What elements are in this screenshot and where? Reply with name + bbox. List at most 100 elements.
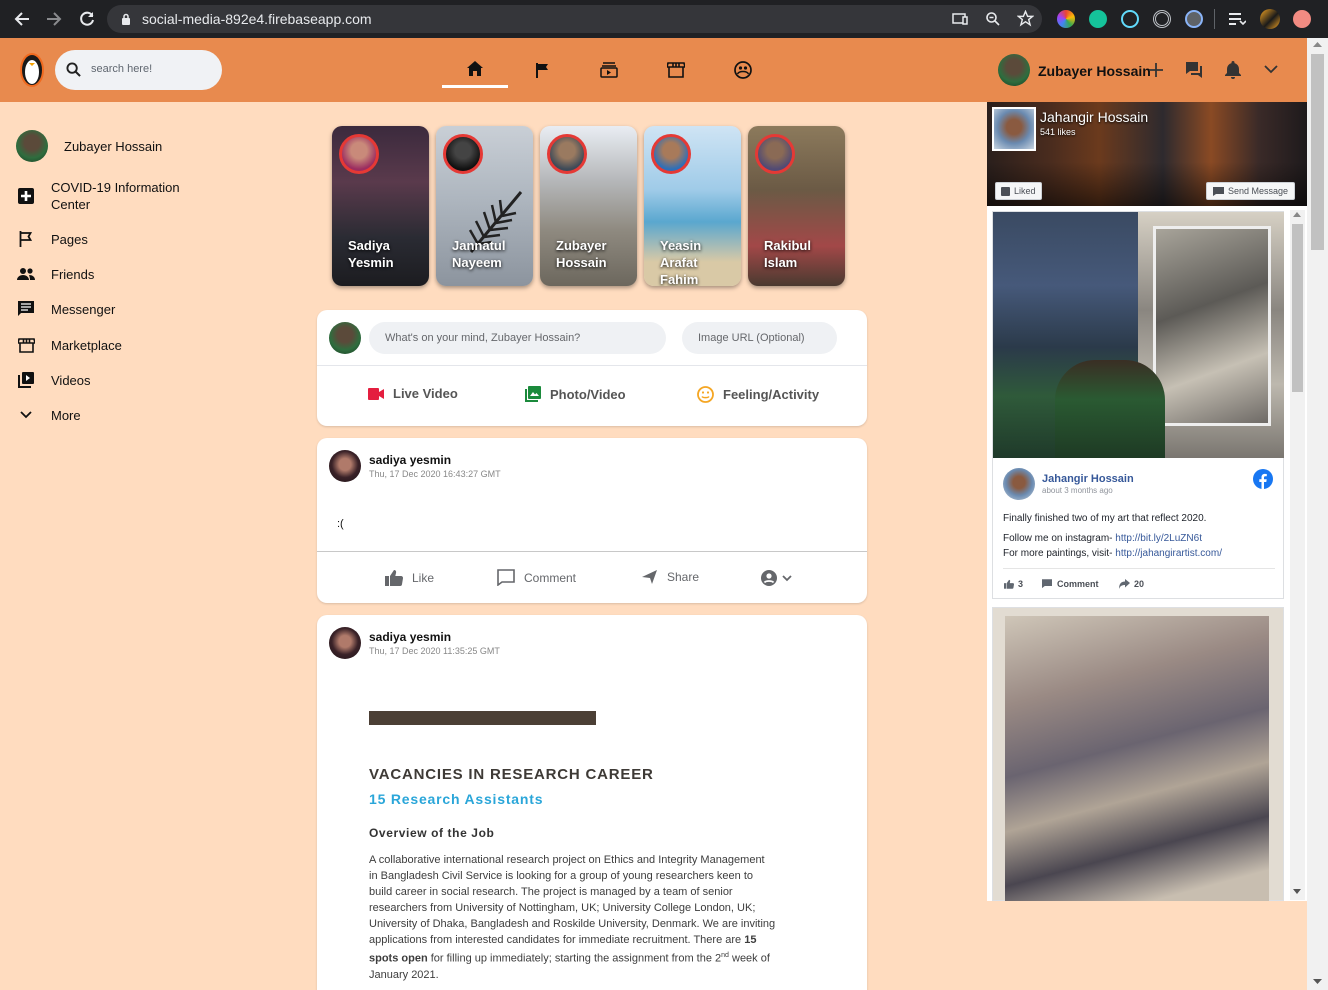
supervised-user-icon (734, 61, 752, 79)
zoom-icon[interactable] (985, 11, 1001, 27)
feeling-activity-button[interactable]: Feeling/Activity (697, 386, 819, 403)
story-name: Yeasin Arafat Fahim (660, 238, 702, 286)
back-arrow-icon[interactable] (12, 9, 32, 29)
scroll-up-arrow-icon[interactable] (1313, 42, 1322, 47)
react-devtools-extension-icon[interactable] (1121, 10, 1139, 28)
forum-icon[interactable] (1185, 61, 1203, 79)
header-user-name[interactable]: Zubayer Hossain (1038, 63, 1151, 79)
facebook-logo-icon[interactable] (1253, 469, 1273, 489)
share-button[interactable]: Share (641, 569, 699, 585)
post-card: sadiya yesmin Thu, 17 Dec 2020 11:35:25 … (317, 615, 867, 990)
subscriptions-icon (600, 62, 618, 78)
scroll-up-arrow-icon[interactable] (1293, 212, 1301, 217)
profile-avatar-icon[interactable] (1260, 9, 1280, 29)
header-avatar[interactable] (998, 54, 1030, 86)
widget-scroll-thumb[interactable] (1292, 224, 1303, 392)
chat-icon (16, 299, 36, 319)
photo-video-button[interactable]: Photo/Video (525, 386, 626, 402)
widget-post-time[interactable]: about 3 months ago (1042, 486, 1113, 495)
video-library-icon (16, 370, 36, 390)
forward-arrow-icon[interactable] (44, 9, 64, 29)
nav-watch-tab[interactable] (576, 52, 642, 88)
reading-list-icon[interactable] (1228, 11, 1246, 27)
widget-comment-button[interactable]: Comment (1042, 579, 1099, 589)
story-card[interactable]: Yeasin Arafat Fahim (644, 126, 741, 286)
extension-red-icon[interactable] (1293, 10, 1311, 28)
audience-selector[interactable] (761, 570, 801, 586)
address-bar[interactable]: social-media-892e4.firebaseapp.com (107, 5, 1042, 33)
widget-post-divider (1003, 568, 1275, 569)
account-menu-chevron-icon[interactable] (1264, 65, 1278, 74)
nav-marketplace-tab[interactable] (643, 52, 709, 88)
story-card[interactable]: Sadiya Yesmin (332, 126, 429, 286)
liked-button[interactable]: Liked (995, 182, 1042, 200)
sidebar-profile[interactable]: Zubayer Hossain (16, 130, 162, 162)
post-photo[interactable] (993, 212, 1284, 458)
sidebar-item-videos[interactable]: Videos (16, 370, 91, 390)
document-line: A collaborative international research p… (369, 854, 765, 866)
widget-post-avatar[interactable] (1003, 468, 1035, 500)
like-label: Like (412, 570, 435, 585)
page-scrollbar[interactable] (1307, 38, 1328, 990)
story-card[interactable]: Jannatul Nayeem (436, 126, 533, 286)
widget-share-count[interactable]: 20 (1119, 579, 1144, 589)
sidebar-item-label: Marketplace (51, 337, 122, 353)
sidebar-item-pages[interactable]: Pages (16, 229, 88, 249)
widget-post-author[interactable]: Jahangir Hossain (1042, 473, 1134, 485)
grammarly-extension-icon[interactable] (1089, 10, 1107, 28)
facebook-page-widget: Jahangir Hossain 541 likes Liked Send Me… (987, 102, 1307, 901)
widget-like-count[interactable]: 3 (1004, 579, 1023, 589)
nav-groups-tab[interactable] (710, 52, 776, 88)
reload-icon[interactable] (77, 9, 97, 29)
instagram-link[interactable]: http://bit.ly/2LuZN6t (1115, 533, 1202, 544)
document-bold-text: spots open (369, 952, 428, 965)
like-button[interactable]: Like (385, 569, 434, 586)
post-author-name[interactable]: sadiya yesmin (369, 453, 451, 467)
status-input[interactable]: What's on your mind, Zubayer Hossain? (369, 322, 666, 354)
scroll-down-arrow-icon[interactable] (1293, 889, 1301, 894)
send-message-label: Send Message (1228, 186, 1289, 196)
scroll-down-arrow-icon[interactable] (1313, 979, 1322, 984)
search-input[interactable]: search here! (91, 63, 152, 75)
notifications-bell-icon[interactable] (1224, 60, 1242, 79)
page-scroll-thumb[interactable] (1311, 54, 1324, 250)
story-avatar (651, 134, 691, 174)
live-video-button[interactable]: Live Video (368, 386, 458, 401)
send-message-button[interactable]: Send Message (1206, 182, 1296, 200)
comment-button[interactable]: Comment (497, 569, 576, 586)
penguin-logo-icon[interactable] (20, 53, 44, 87)
color-picker-extension-icon[interactable] (1057, 10, 1075, 28)
story-card[interactable]: Zubayer Hossain (540, 126, 637, 286)
sidebar-item-label: Messenger (51, 301, 116, 317)
bookmark-star-icon[interactable] (1017, 10, 1034, 27)
sidebar-item-label: Videos (51, 372, 91, 388)
sidebar-item-more[interactable]: More (16, 405, 81, 425)
nav-pages-tab[interactable] (509, 52, 575, 88)
sidebar-item-label: More (51, 407, 81, 423)
post-composer: What's on your mind, Zubayer Hossain? Im… (317, 310, 867, 426)
cast-icon[interactable] (952, 12, 968, 26)
share-count-value: 20 (1134, 579, 1145, 589)
sidebar-item-marketplace[interactable]: Marketplace (16, 335, 122, 355)
page-profile-picture[interactable] (992, 107, 1036, 151)
record-extension-icon[interactable] (1153, 10, 1171, 28)
sidebar-item-covid[interactable]: COVID-19 Information Center (16, 179, 201, 213)
photo-video-label: Photo/Video (550, 386, 626, 402)
image-url-input[interactable]: Image URL (Optional) (682, 322, 837, 354)
add-icon[interactable] (1149, 63, 1163, 77)
page-name[interactable]: Jahangir Hossain (1040, 109, 1148, 125)
post-card: sadiya yesmin Thu, 17 Dec 2020 16:43:27 … (317, 438, 867, 603)
search-box[interactable]: search here! (55, 50, 222, 90)
widget-scrollbar[interactable] (1290, 210, 1305, 900)
sidebar-item-messenger[interactable]: Messenger (16, 299, 115, 319)
story-card[interactable]: Rakibul Islam (748, 126, 845, 286)
website-link[interactable]: http://jahangirartist.com/ (1115, 548, 1222, 559)
post-timestamp: Thu, 17 Dec 2020 16:43:27 GMT (369, 469, 501, 479)
painting-image[interactable] (1005, 616, 1269, 901)
nav-home-tab[interactable] (442, 52, 508, 88)
sidebar-item-friends[interactable]: Friends (16, 264, 94, 284)
owl-extension-icon[interactable] (1185, 10, 1203, 28)
post-author-avatar[interactable] (329, 627, 361, 659)
post-author-name[interactable]: sadiya yesmin (369, 630, 451, 644)
post-author-avatar[interactable] (329, 450, 361, 482)
